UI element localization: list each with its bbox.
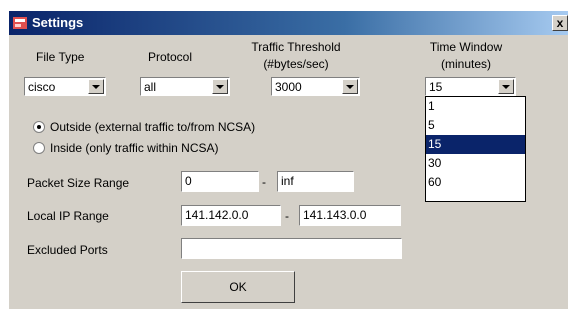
outside-radio-label[interactable]: Outside (external traffic to/from NCSA) [50, 120, 255, 134]
outside-radio[interactable] [33, 121, 45, 133]
protocol-label: Protocol [148, 50, 193, 64]
time-window-select[interactable]: 15 [425, 77, 516, 96]
time-window-value: 15 [429, 80, 443, 94]
file-type-value: cisco [28, 80, 56, 94]
inside-radio[interactable] [33, 142, 45, 154]
time-window-dropdown-list[interactable]: 1 5 15 30 60 [425, 96, 526, 202]
settings-dialog: Settings x File Type Protocol Traffic Th… [9, 11, 568, 309]
time-window-option[interactable]: 30 [426, 154, 525, 173]
chevron-down-icon[interactable] [342, 79, 358, 94]
window-title: Settings [32, 15, 84, 30]
time-window-option-selected[interactable]: 15 [426, 135, 525, 154]
traffic-threshold-unit-label: (#bytes/sec) [263, 57, 329, 71]
packet-size-max-input[interactable]: inf [277, 171, 354, 192]
chevron-down-icon[interactable] [88, 79, 104, 94]
protocol-value: all [144, 80, 157, 94]
excluded-ports-input[interactable] [181, 238, 402, 259]
chevron-down-icon[interactable] [212, 79, 228, 94]
local-ip-dash: - [285, 209, 289, 223]
time-window-label: Time Window [429, 40, 503, 54]
app-icon [13, 17, 27, 29]
packet-size-dash: - [262, 175, 266, 189]
local-ip-start-input[interactable]: 141.142.0.0 [181, 205, 281, 226]
time-window-option[interactable]: 1 [426, 97, 525, 116]
protocol-select[interactable]: all [140, 77, 230, 96]
chevron-down-icon[interactable] [498, 79, 514, 94]
time-window-unit-label: (minutes) [440, 57, 491, 71]
close-icon[interactable]: x [552, 15, 568, 31]
traffic-threshold-select[interactable]: 3000 [271, 77, 360, 96]
title-bar[interactable]: Settings x [9, 11, 568, 35]
traffic-threshold-label: Traffic Threshold [251, 40, 341, 54]
inside-radio-label[interactable]: Inside (only traffic within NCSA) [50, 141, 219, 155]
local-ip-label: Local IP Range [27, 209, 109, 223]
packet-size-label: Packet Size Range [27, 176, 130, 190]
time-window-option[interactable]: 5 [426, 116, 525, 135]
file-type-select[interactable]: cisco [24, 77, 106, 96]
packet-size-min-input[interactable]: 0 [181, 171, 259, 192]
local-ip-end-input[interactable]: 141.143.0.0 [299, 205, 401, 226]
excluded-ports-label: Excluded Ports [27, 243, 108, 257]
time-window-option[interactable]: 60 [426, 173, 525, 192]
file-type-label: File Type [36, 50, 85, 64]
ok-button[interactable]: OK [181, 271, 295, 303]
traffic-threshold-value: 3000 [275, 80, 302, 94]
